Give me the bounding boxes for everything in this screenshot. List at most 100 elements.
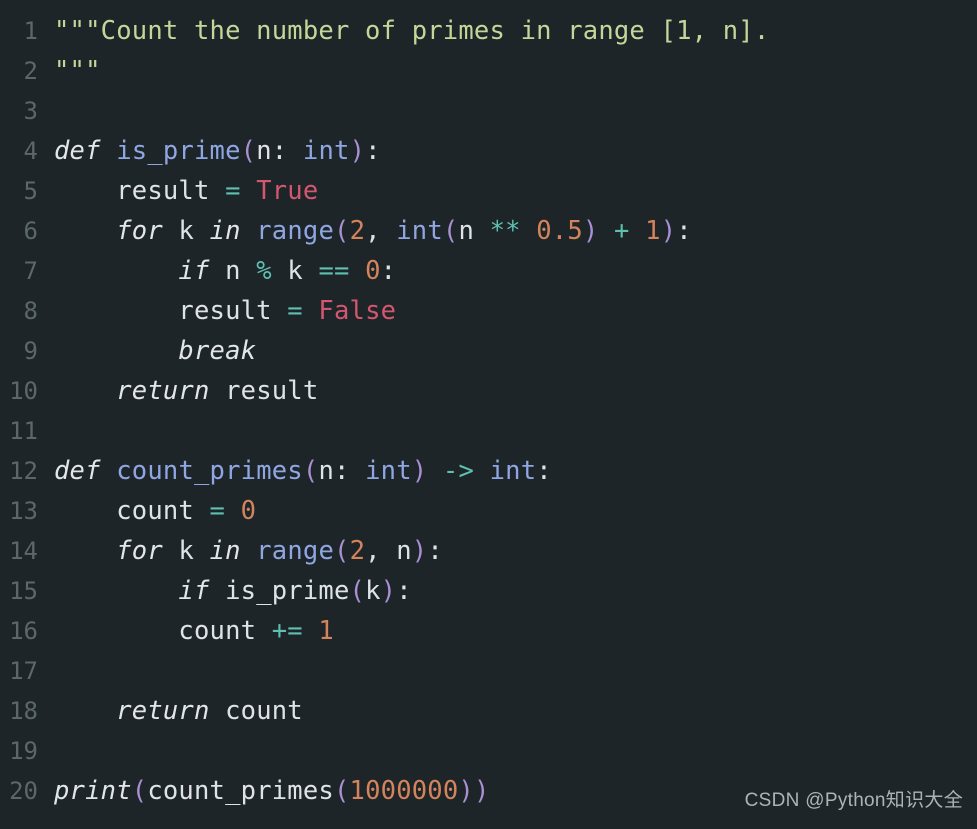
code-token: % <box>256 256 272 286</box>
code-token: n <box>209 256 257 286</box>
code-line[interactable]: 12 def count_primes(n: int) -> int: <box>0 451 977 491</box>
line-content[interactable]: return count <box>54 691 303 731</box>
code-line[interactable]: 19 <box>0 731 977 771</box>
line-number: 14 <box>9 537 38 565</box>
code-line[interactable]: 15 if is_prime(k): <box>0 571 977 611</box>
code-token: 0.5 <box>536 216 583 246</box>
code-line[interactable]: 16 count += 1 <box>0 611 977 651</box>
line-content[interactable]: if is_prime(k): <box>54 571 412 611</box>
code-line[interactable]: 4 def is_prime(n: int): <box>0 131 977 171</box>
line-content[interactable]: for k in range(2, int(n ** 0.5) + 1): <box>54 211 692 251</box>
code-token: + <box>614 216 630 246</box>
line-content[interactable]: result = True <box>54 171 318 211</box>
line-content[interactable]: def count_primes(n: int) -> int: <box>54 451 552 491</box>
code-token: if <box>178 256 210 286</box>
line-content[interactable]: for k in range(2, n): <box>54 531 443 571</box>
code-token: 0 <box>365 256 381 286</box>
code-token: = <box>287 296 303 326</box>
code-editor[interactable]: 1 """Count the number of primes in range … <box>0 0 977 829</box>
code-token: result <box>209 376 319 406</box>
line-number: 16 <box>9 617 38 645</box>
code-token: ** <box>489 216 521 246</box>
line-number: 13 <box>9 497 38 525</box>
code-line[interactable]: 9 break <box>0 331 977 371</box>
code-lines-container[interactable]: 1 """Count the number of primes in range … <box>0 11 977 811</box>
code-token: : <box>271 136 288 166</box>
code-token: ( <box>349 576 366 606</box>
line-content[interactable]: break <box>54 331 256 371</box>
line-content[interactable]: """Count the number of primes in range [… <box>54 11 769 51</box>
code-token: range <box>256 216 334 246</box>
line-content[interactable]: """ <box>54 51 101 91</box>
code-line[interactable]: 6 for k in range(2, int(n ** 0.5) + 1): <box>0 211 977 251</box>
code-token: : <box>536 456 552 486</box>
code-token: ( <box>334 216 350 246</box>
code-token: False <box>318 296 397 326</box>
code-line[interactable]: 1 """Count the number of primes in range … <box>0 11 977 51</box>
line-number: 1 <box>23 17 38 45</box>
code-token: result <box>54 176 226 206</box>
code-token: -> <box>442 456 475 486</box>
code-line[interactable]: 17 <box>0 651 977 691</box>
code-line[interactable]: 2 """ <box>0 51 977 91</box>
code-token: n <box>318 456 334 486</box>
code-token: ) <box>411 456 428 486</box>
code-token: 2 <box>349 536 366 566</box>
code-token: count_primes <box>116 456 303 486</box>
line-number: 5 <box>23 177 38 205</box>
line-number: 7 <box>23 257 38 285</box>
line-number: 19 <box>9 737 38 765</box>
line-number: 12 <box>9 457 38 485</box>
code-line[interactable]: 5 result = True <box>0 171 977 211</box>
code-token: ) <box>380 576 397 606</box>
code-token: ( <box>240 136 257 166</box>
code-token: += <box>271 616 303 646</box>
code-line[interactable]: 13 count = 0 <box>0 491 977 531</box>
code-line[interactable]: 7 if n % k == 0: <box>0 251 977 291</box>
code-line[interactable]: 10 return result <box>0 371 977 411</box>
code-token: int <box>489 456 537 486</box>
line-number: 3 <box>23 97 38 125</box>
line-content[interactable]: def is_prime(n: int): <box>54 131 381 171</box>
code-token: 0 <box>240 496 257 526</box>
code-line[interactable]: 8 result = False <box>0 291 977 331</box>
code-token: return <box>116 376 210 406</box>
line-content[interactable]: if n % k == 0: <box>54 251 396 291</box>
code-line[interactable]: 18 return count <box>0 691 977 731</box>
code-token: is_prime <box>116 136 241 166</box>
code-token: 2 <box>349 216 366 246</box>
code-token: """ <box>54 56 101 86</box>
code-token: count_primes <box>147 776 334 806</box>
code-token: count <box>54 496 210 526</box>
code-line[interactable]: 14 for k in range(2, n): <box>0 531 977 571</box>
code-token: count <box>54 616 272 646</box>
line-number: 6 <box>23 217 38 245</box>
line-content[interactable]: return result <box>54 371 318 411</box>
code-token: 1 <box>645 216 661 246</box>
code-token: True <box>256 176 319 206</box>
code-token: : <box>380 256 397 286</box>
code-line[interactable]: 3 <box>0 91 977 131</box>
code-token: ( <box>442 216 459 246</box>
line-number: 11 <box>9 417 38 445</box>
line-content[interactable]: result = False <box>54 291 396 331</box>
code-token: ( <box>333 776 350 806</box>
code-line[interactable]: 11 <box>0 411 977 451</box>
line-content[interactable]: count += 1 <box>54 611 334 651</box>
code-token: = <box>225 176 241 206</box>
line-content[interactable]: count = 0 <box>54 491 256 531</box>
line-number: 2 <box>23 57 38 85</box>
code-token: : <box>427 536 443 566</box>
line-content[interactable]: print(count_primes(1000000)) <box>54 771 490 811</box>
line-number: 8 <box>23 297 38 325</box>
